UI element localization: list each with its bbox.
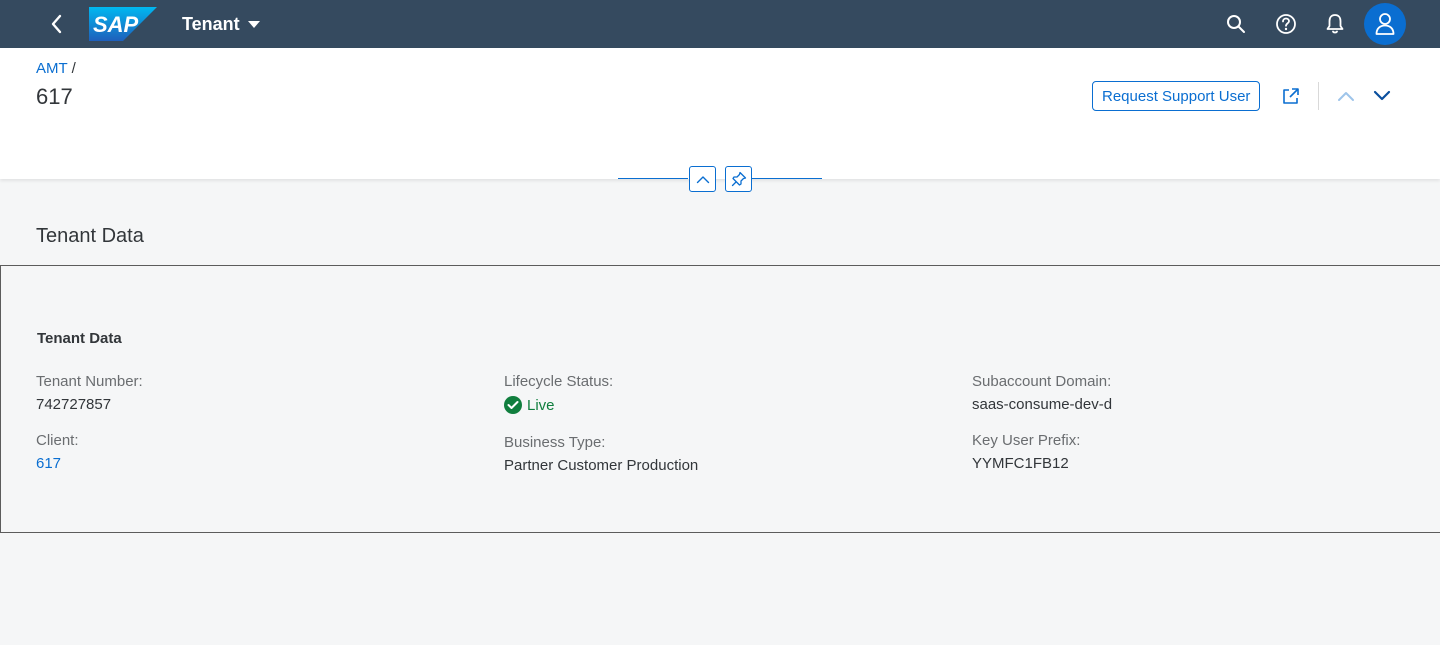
user-avatar[interactable] <box>1364 3 1406 45</box>
next-button[interactable] <box>1368 81 1396 111</box>
previous-button[interactable] <box>1332 81 1360 111</box>
page-title: 617 <box>36 84 73 109</box>
user-icon <box>1375 13 1395 35</box>
breadcrumb-separator: / <box>71 60 76 77</box>
header-separator <box>1318 82 1319 110</box>
key-user-prefix-value: YYMFC1FB12 <box>972 455 1069 472</box>
header-divider-right <box>752 178 822 179</box>
collapse-header-button[interactable] <box>689 166 716 192</box>
success-check-icon <box>504 396 522 414</box>
help-icon <box>1276 14 1296 34</box>
chevron-up-icon <box>696 175 709 183</box>
tenant-number-value: 742727857 <box>36 396 112 413</box>
bell-icon <box>1326 14 1344 34</box>
panel-title: Tenant Data <box>37 330 122 347</box>
breadcrumb-link-amt[interactable]: AMT <box>36 60 67 77</box>
notifications-button[interactable] <box>1321 10 1349 38</box>
header-divider-left <box>618 178 688 179</box>
tenant-data-panel: Tenant Data Tenant Number: 742727857 Cli… <box>0 265 1440 533</box>
share-icon <box>1283 88 1299 104</box>
subaccount-domain-label: Subaccount Domain: <box>972 373 1112 390</box>
app-title: Tenant <box>182 13 240 34</box>
breadcrumb: AMT / <box>36 60 76 77</box>
chevron-up-icon <box>1338 92 1354 101</box>
request-support-user-button[interactable]: Request Support User <box>1092 81 1261 111</box>
chevron-down-icon <box>1373 90 1391 101</box>
caret-down-icon <box>247 20 260 28</box>
business-type-value: Partner Customer Production <box>504 457 699 474</box>
back-button[interactable] <box>44 10 70 38</box>
client-label: Client: <box>36 432 79 449</box>
tenant-number-label: Tenant Number: <box>36 373 143 390</box>
search-button[interactable] <box>1222 10 1250 38</box>
object-page-header: AMT / 617 Request Support User <box>0 48 1440 192</box>
app-title-menu[interactable]: Tenant <box>182 12 260 36</box>
sap-logo-text: SAP <box>93 12 139 37</box>
search-icon <box>1227 15 1245 33</box>
lifecycle-status-label: Lifecycle Status: <box>504 373 614 390</box>
lifecycle-status: Live <box>504 396 555 414</box>
share-button[interactable] <box>1277 81 1305 111</box>
section-title: Tenant Data <box>36 225 144 247</box>
sap-logo: SAP <box>89 7 157 41</box>
business-type-label: Business Type: <box>504 434 606 451</box>
back-icon <box>51 14 62 34</box>
subaccount-domain-value: saas-consume-dev-d <box>972 396 1113 413</box>
client-link[interactable]: 617 <box>36 455 61 472</box>
shell-bar: SAP Tenant <box>0 0 1440 48</box>
lifecycle-status-value: Live <box>527 396 555 414</box>
pin-header-button[interactable] <box>725 166 752 192</box>
help-button[interactable] <box>1272 10 1300 38</box>
pin-icon <box>731 171 746 187</box>
key-user-prefix-label: Key User Prefix: <box>972 432 1081 449</box>
